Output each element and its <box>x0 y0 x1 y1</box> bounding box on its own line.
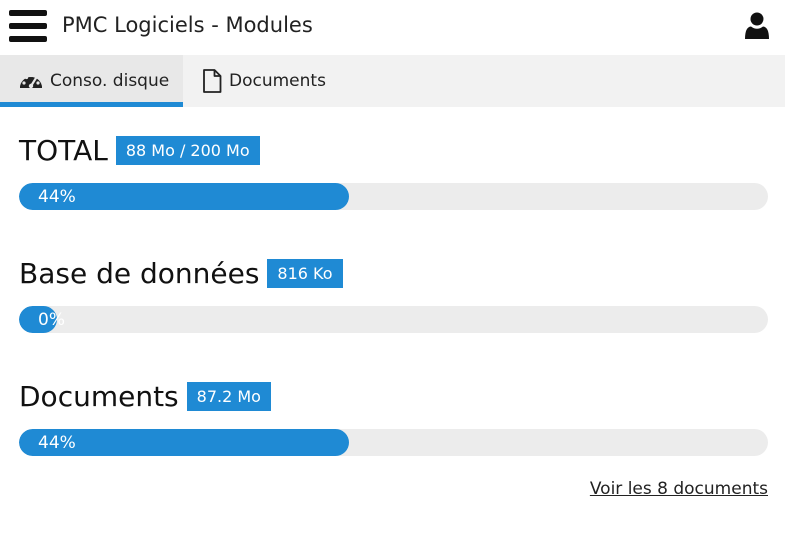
usage-badge: 816 Ko <box>267 258 343 288</box>
dashboard-gauge-icon <box>20 73 42 89</box>
progress-bar-total: 44% <box>19 183 768 210</box>
usage-section-database: Base de données 816 Ko <box>19 255 768 291</box>
progress-label: 44% <box>38 187 76 207</box>
view-documents-link[interactable]: Voir les 8 documents <box>590 479 768 499</box>
usage-section-documents: Documents 87.2 Mo <box>19 378 768 414</box>
usage-section-total: TOTAL 88 Mo / 200 Mo <box>19 132 768 168</box>
user-icon[interactable] <box>745 12 769 40</box>
progress-bar-documents: 44% <box>19 429 768 456</box>
app-title: PMC Logiciels - Modules <box>62 13 313 37</box>
tab-label: Conso. disque <box>50 71 170 91</box>
usage-badge: 87.2 Mo <box>186 381 271 411</box>
progress-label: 44% <box>38 433 76 453</box>
tab-label: Documents <box>229 71 326 91</box>
tab-documents[interactable]: Documents <box>183 55 343 107</box>
section-title: TOTAL <box>19 133 108 167</box>
document-icon <box>203 69 222 93</box>
tab-conso-disque[interactable]: Conso. disque <box>0 55 183 107</box>
section-title: Base de données <box>19 256 260 290</box>
progress-label: 0% <box>38 310 65 330</box>
app-header: PMC Logiciels - Modules <box>0 0 785 55</box>
hamburger-menu-icon[interactable] <box>9 10 47 42</box>
section-title: Documents <box>19 379 179 413</box>
tab-bar: Conso. disque Documents <box>0 55 785 107</box>
usage-badge: 88 Mo / 200 Mo <box>115 135 260 165</box>
progress-bar-database: 0% <box>19 306 768 333</box>
